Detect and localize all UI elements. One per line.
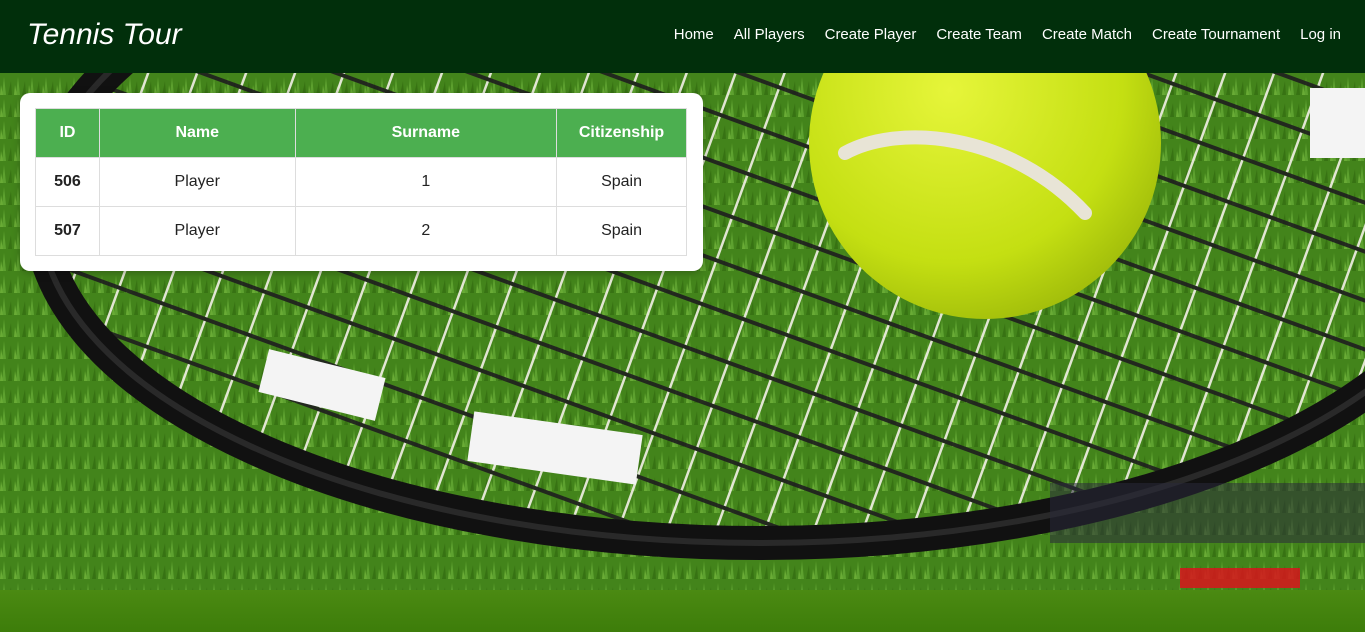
main-nav: Home All Players Create Player Create Te… [674, 25, 1341, 44]
nav-create-match[interactable]: Create Match [1042, 25, 1132, 44]
cell-citizenship: Spain [556, 206, 687, 256]
nav-create-tournament[interactable]: Create Tournament [1152, 25, 1280, 44]
site-title[interactable]: Tennis Tour [27, 17, 182, 53]
cell-citizenship: Spain [556, 157, 687, 207]
nav-create-player[interactable]: Create Player [825, 25, 917, 44]
footer-band [0, 590, 1365, 632]
table-row: 507 Player 2 Spain [35, 206, 687, 256]
cell-surname: 1 [294, 157, 558, 207]
nav-log-in[interactable]: Log in [1300, 25, 1341, 44]
column-header-name: Name [98, 108, 296, 158]
top-navigation-bar: Tennis Tour Home All Players Create Play… [0, 0, 1365, 73]
column-header-citizenship: Citizenship [556, 108, 687, 158]
nav-all-players[interactable]: All Players [734, 25, 805, 44]
cell-name: Player [98, 157, 296, 207]
table-header-row: ID Name Surname Citizenship [35, 108, 687, 158]
cell-surname: 2 [294, 206, 558, 256]
cell-id: 506 [35, 157, 100, 207]
nav-create-team[interactable]: Create Team [936, 25, 1022, 44]
nav-home[interactable]: Home [674, 25, 714, 44]
players-table: ID Name Surname Citizenship 506 Player 1… [35, 108, 687, 256]
table-row: 506 Player 1 Spain [35, 157, 687, 207]
players-table-card: ID Name Surname Citizenship 506 Player 1… [20, 93, 703, 271]
column-header-id: ID [35, 108, 100, 158]
column-header-surname: Surname [294, 108, 558, 158]
cell-id: 507 [35, 206, 100, 256]
cell-name: Player [98, 206, 296, 256]
